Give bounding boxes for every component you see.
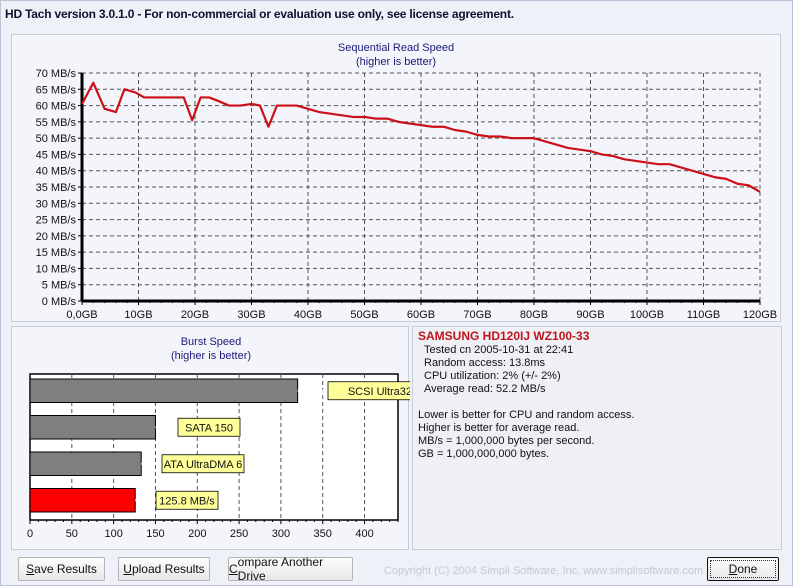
burst-speed-panel: Burst Speed (higher is better) SCSI Ultr… — [11, 326, 439, 550]
y-tick-label: 20 MB/s — [36, 231, 77, 243]
x-tick-label: 70GB — [463, 309, 491, 321]
chart-title: Burst Speed — [181, 336, 242, 348]
sequential-read-panel: Sequential Read Speed (higher is better)… — [11, 34, 781, 322]
y-tick-label: 35 MB/s — [36, 182, 77, 194]
chart-title: Sequential Read Speed — [338, 42, 454, 54]
chart-subtitle: (higher is better) — [356, 56, 436, 68]
burst-bar — [29, 378, 299, 403]
accel-key: C — [229, 562, 238, 576]
drive-name: SAMSUNG HD120IJ WZ100-33 — [418, 329, 590, 343]
chart-subtitle: (higher is better) — [171, 350, 251, 362]
x-tick-label: 110GB — [687, 309, 720, 321]
x-tick-label: 60GB — [407, 309, 435, 321]
y-tick-label: 5 MB/s — [42, 280, 77, 292]
x-tick-label: 250 — [230, 528, 248, 540]
x-tick-label: 200 — [188, 528, 206, 540]
button-label: ompare Another Drive — [237, 555, 324, 583]
bar-label: ATA UltraDMA 6 — [164, 459, 242, 471]
x-tick-label: 90GB — [576, 309, 604, 321]
x-tick-label: 100GB — [630, 309, 664, 321]
average-read: Average read: 52.2 MB/s — [424, 383, 546, 395]
y-tick-label: 0 MB/s — [42, 296, 77, 308]
x-tick-label: 40GB — [294, 309, 322, 321]
accel-key: U — [123, 562, 132, 576]
note-line: GB = 1,000,000,000 bytes. — [418, 448, 550, 460]
x-tick-label: 30GB — [237, 309, 265, 321]
accel-key: D — [728, 562, 738, 576]
burst-bar — [29, 451, 142, 476]
burst-speed-chart: Burst Speed (higher is better) SCSI Ultr… — [27, 336, 439, 540]
drive-info-panel: SAMSUNG HD120IJ WZ100-33 Tested cn 2005-… — [412, 326, 782, 550]
y-tick-label: 70 MB/s — [36, 68, 77, 80]
bar-label: SCSI Ultra320 — [348, 386, 410, 398]
y-tick-label: 55 MB/s — [36, 117, 77, 129]
note-line: Higher is better for average read. — [418, 422, 580, 434]
y-tick-label: 15 MB/s — [36, 247, 77, 259]
bar-label: 125.8 MB/s — [159, 495, 215, 507]
y-tick-label: 50 MB/s — [36, 133, 77, 145]
y-tick-label: 40 MB/s — [36, 166, 77, 178]
note-line: Lower is better for CPU and random acces… — [418, 409, 635, 421]
y-tick-label: 60 MB/s — [36, 101, 77, 113]
sequential-read-chart: Sequential Read Speed (higher is better)… — [36, 42, 777, 321]
save-results-button[interactable]: Save Results — [18, 557, 105, 581]
done-button[interactable]: Done — [707, 557, 779, 581]
x-tick-label: 0,0GB — [66, 309, 97, 321]
y-tick-label: 30 MB/s — [36, 198, 77, 210]
cpu-utilization: CPU utilization: 2% (+/- 2%) — [424, 370, 561, 382]
x-tick-label: 400 — [355, 528, 373, 540]
burst-bar — [29, 415, 156, 440]
accel-key: S — [26, 562, 35, 576]
compare-another-drive-button[interactable]: Compare Another Drive — [228, 555, 353, 583]
button-label: one — [737, 562, 758, 576]
x-tick-label: 50GB — [350, 309, 378, 321]
y-tick-label: 65 MB/s — [36, 84, 77, 96]
random-access: Random access: 13.8ms — [424, 357, 546, 369]
x-tick-label: 80GB — [520, 309, 548, 321]
x-tick-label: 100 — [104, 528, 122, 540]
note-line: MB/s = 1,000,000 bytes per second. — [418, 435, 595, 447]
x-tick-label: 50 — [66, 528, 78, 540]
y-tick-label: 25 MB/s — [36, 215, 77, 227]
upload-results-button[interactable]: Upload Results — [118, 557, 210, 581]
y-tick-label: 45 MB/s — [36, 149, 77, 161]
x-tick-label: 10GB — [124, 309, 152, 321]
copyright-text: Copyright (C) 2004 Simpli Software, Inc.… — [384, 565, 704, 577]
x-tick-label: 20GB — [181, 309, 209, 321]
x-tick-label: 120GB — [743, 309, 777, 321]
y-tick-label: 10 MB/s — [36, 263, 77, 275]
burst-bar — [29, 488, 136, 513]
button-label: ave Results — [34, 562, 97, 576]
x-tick-label: 150 — [146, 528, 164, 540]
x-tick-label: 0 — [27, 528, 33, 540]
window-title: HD Tach version 3.0.1.0 - For non-commer… — [5, 7, 514, 21]
x-tick-label: 300 — [272, 528, 290, 540]
x-tick-label: 350 — [314, 528, 332, 540]
hdtach-window: HD Tach version 3.0.1.0 - For non-commer… — [0, 0, 793, 586]
bar-label: SATA 150 — [185, 422, 233, 434]
button-label: pload Results — [131, 562, 205, 576]
tested-on: Tested cn 2005-10-31 at 22:41 — [424, 344, 574, 356]
